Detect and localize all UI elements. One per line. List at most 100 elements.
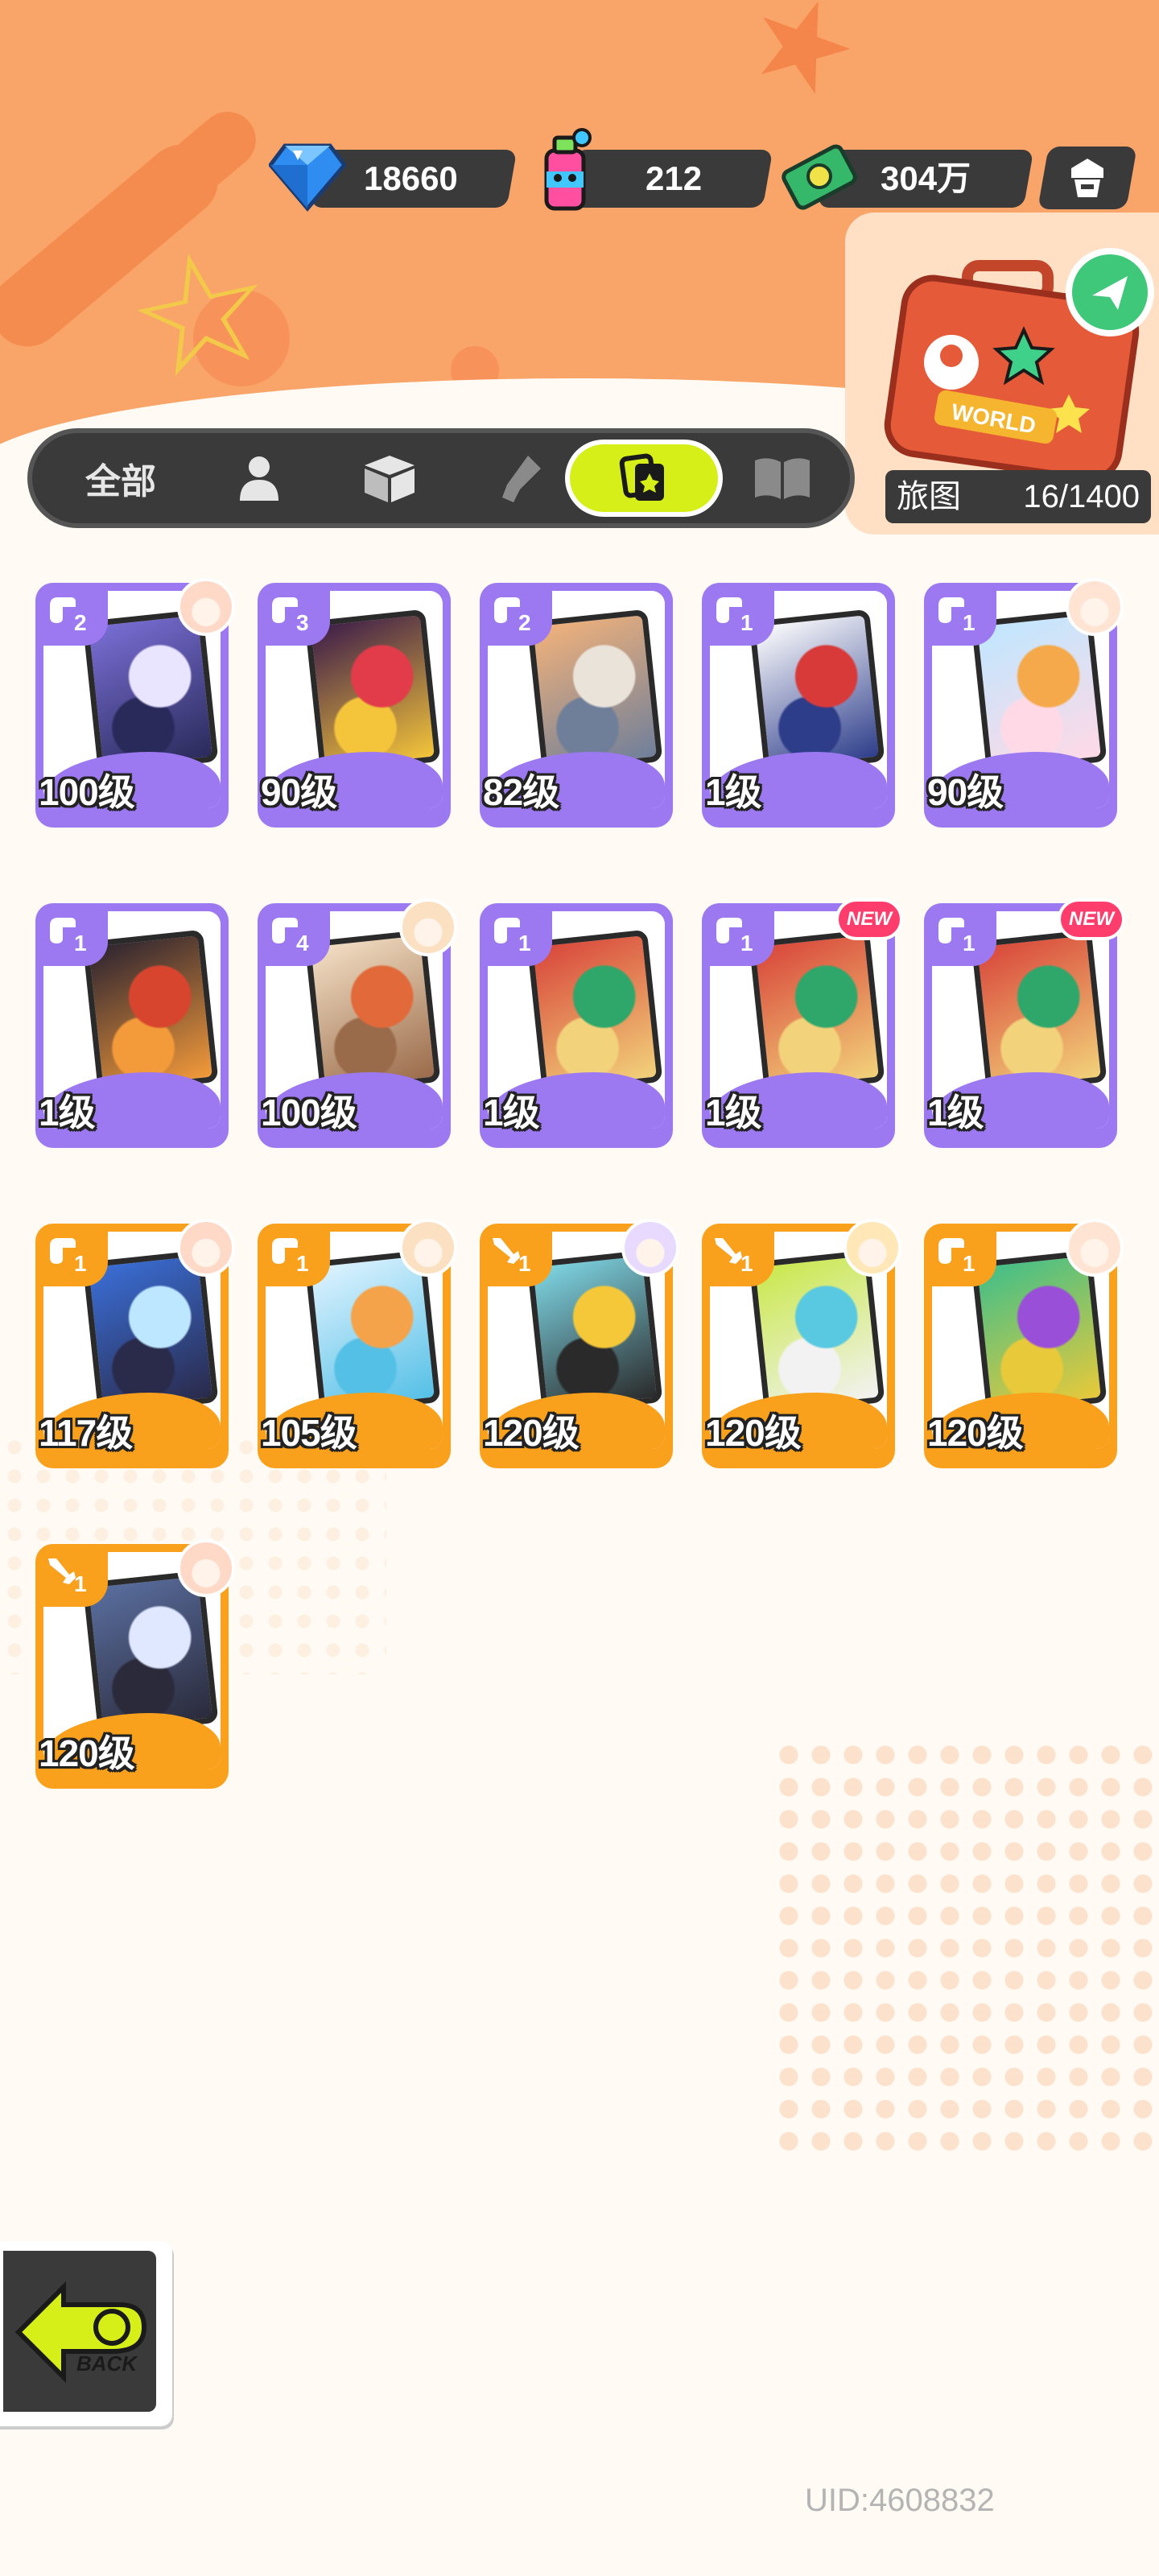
card-count: 2: [74, 610, 87, 635]
back-button[interactable]: BACK: [0, 2241, 172, 2426]
dots-decoration: [773, 1739, 1159, 2157]
card-type-badge: 1: [705, 1227, 774, 1286]
user-id: UID:4608832: [805, 2483, 995, 2518]
card-type-badge: 1: [927, 1227, 996, 1286]
card-item[interactable]: 2 82级: [480, 583, 673, 828]
hand-icon: [272, 597, 298, 623]
card-count: 1: [963, 1251, 975, 1276]
card-count: 1: [740, 610, 753, 635]
card-item[interactable]: 1 105级: [258, 1219, 457, 1468]
card-item[interactable]: 3 90级: [258, 583, 451, 828]
card-count: 4: [296, 931, 309, 956]
card-item[interactable]: 1 1级: [35, 903, 229, 1148]
back-label: BACK: [76, 2351, 138, 2376]
card-count: 1: [74, 931, 87, 956]
card-item[interactable]: 2 100级: [35, 578, 235, 828]
cards-icon: [619, 453, 664, 501]
hand-icon: [938, 597, 964, 623]
card-level: 1级: [927, 1092, 984, 1133]
card-level: 105级: [261, 1412, 357, 1454]
sword-icon: [48, 1558, 76, 1584]
travel-map-progress: 16/1400: [1023, 479, 1140, 514]
hand-icon: [716, 918, 742, 943]
card-item[interactable]: 1 120级: [480, 1219, 679, 1468]
card-item[interactable]: 1 120级: [35, 1539, 235, 1789]
hand-icon: [272, 1238, 298, 1264]
book-icon: [755, 458, 810, 499]
card-item[interactable]: 1 1级: [702, 583, 895, 828]
card-count: 1: [740, 931, 753, 956]
card-type-badge: 1: [927, 906, 996, 966]
wardrobe-icon: [1071, 159, 1103, 197]
cash-value: 304万: [881, 159, 971, 197]
tab-cards[interactable]: [565, 440, 723, 517]
card-level: 120级: [705, 1412, 802, 1454]
character-avatar: [177, 1219, 235, 1277]
card-count: 1: [296, 1251, 309, 1276]
card-level: 120级: [39, 1732, 135, 1774]
card-level: 100级: [261, 1092, 357, 1133]
card-item[interactable]: 1 90级: [924, 578, 1124, 828]
travel-map-label: 旅图 16/1400: [885, 470, 1151, 523]
character-avatar: [177, 578, 235, 636]
plane-badge[interactable]: [1066, 248, 1154, 336]
card-item[interactable]: 1 NEW 1级: [702, 898, 903, 1148]
card-level: 90级: [261, 771, 337, 813]
card-item[interactable]: 1 120级: [702, 1219, 901, 1468]
character-avatar: [1066, 578, 1124, 636]
character-avatar: [399, 898, 457, 956]
character-avatar: [621, 1219, 679, 1277]
card-item[interactable]: 1 1级: [480, 903, 673, 1148]
tab-item[interactable]: [341, 440, 438, 517]
card-type-badge: 1: [39, 1547, 108, 1607]
hand-icon: [716, 597, 742, 623]
box-icon: [365, 456, 415, 502]
card-type-badge: 3: [261, 586, 330, 646]
diamond-value: 18660: [364, 159, 458, 197]
card-level: 90级: [927, 771, 1004, 813]
gun-icon: [502, 456, 541, 502]
card-level: 100级: [39, 771, 135, 813]
card-level: 1级: [705, 1092, 762, 1133]
category-tabbar: 全部: [27, 428, 855, 528]
cash-icon: [781, 135, 861, 216]
sword-icon: [715, 1238, 742, 1264]
card-type-badge: 1: [261, 1227, 330, 1286]
wardrobe-button[interactable]: [1037, 147, 1137, 209]
tab-weapon[interactable]: [472, 440, 568, 517]
card-level: 117级: [39, 1412, 133, 1454]
hand-icon: [494, 918, 520, 943]
card-level: 1级: [483, 1092, 540, 1133]
character-avatar: [1066, 1219, 1124, 1277]
back-arrow-icon: BACK: [14, 2281, 147, 2384]
sword-icon: [493, 1238, 520, 1264]
card-count: 1: [963, 931, 975, 956]
diamond-icon: [267, 135, 348, 216]
card-level: 1级: [705, 771, 762, 813]
hand-icon: [50, 1238, 76, 1264]
card-type-badge: 4: [261, 906, 330, 966]
card-item[interactable]: 1 117级: [35, 1219, 235, 1468]
hand-icon: [50, 597, 76, 623]
card-count: 1: [740, 1251, 753, 1276]
plane-icon: [1092, 276, 1128, 310]
card-type-badge: 1: [927, 586, 996, 646]
hand-icon: [938, 1238, 964, 1264]
card-level: 1级: [39, 1092, 96, 1133]
new-badge: NEW: [1058, 898, 1125, 940]
card-count: 1: [518, 1251, 531, 1276]
card-count: 1: [74, 1571, 87, 1596]
card-item[interactable]: 1 NEW 1级: [924, 898, 1125, 1148]
card-count: 1: [518, 931, 531, 956]
tab-character[interactable]: [211, 440, 307, 517]
spray-can-icon: [523, 128, 604, 211]
card-level: 120级: [927, 1412, 1024, 1454]
tab-book[interactable]: [734, 440, 831, 517]
card-type-badge: 1: [39, 906, 108, 966]
card-type-badge: 1: [705, 906, 774, 966]
card-level: 120级: [483, 1412, 580, 1454]
tab-all[interactable]: 全部: [56, 440, 185, 517]
card-item[interactable]: 4 100级: [258, 898, 457, 1148]
card-type-badge: 1: [705, 586, 774, 646]
card-item[interactable]: 1 120级: [924, 1219, 1124, 1468]
